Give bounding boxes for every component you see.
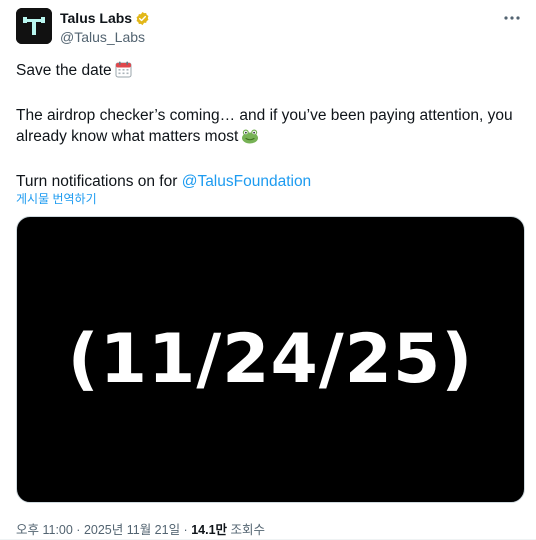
tweet-line-3-text: Turn notifications on for xyxy=(16,173,182,190)
tweet-line-1-text: Save the date xyxy=(16,62,112,79)
frog-icon xyxy=(241,128,259,150)
tweet-time-link[interactable]: 오후 11:00 · 2025년 11월 21일 xyxy=(16,523,180,537)
more-dots-icon xyxy=(504,16,520,20)
meta-separator: · xyxy=(180,523,192,537)
author-name-row: Talus Labs xyxy=(60,10,150,26)
tweet-meta: 오후 11:00 · 2025년 11월 21일 · 14.1만 조회수 xyxy=(16,519,265,538)
verified-badge-icon[interactable] xyxy=(135,11,150,26)
mention-link[interactable]: @TalusFoundation xyxy=(182,173,311,190)
talus-logo-icon xyxy=(16,8,52,44)
views-count: 14.1만 xyxy=(191,523,228,537)
translate-post-link[interactable]: 게시물 번역하기 xyxy=(16,190,97,207)
tweet-line-2-text: The airdrop checker’s coming… and if you… xyxy=(16,107,513,145)
calendar-icon xyxy=(115,61,132,84)
tweet-text: Save the date The airdrop checker’s comi… xyxy=(16,60,526,192)
views-label: 조회수 xyxy=(227,523,266,537)
tweet-card: Talus Labs @Talus_Labs Save the date The… xyxy=(0,0,536,540)
tweet-line-2: The airdrop checker’s coming… and if you… xyxy=(16,105,526,150)
author-handle[interactable]: @Talus_Labs xyxy=(60,29,145,45)
more-options-button[interactable] xyxy=(500,8,524,28)
tweet-line-3: Turn notifications on for @TalusFoundati… xyxy=(16,171,526,192)
media-date-text: (11/24/25) xyxy=(67,320,474,399)
tweet-line-1: Save the date xyxy=(16,60,526,84)
media-image[interactable]: (11/24/25) xyxy=(16,216,525,503)
avatar[interactable] xyxy=(16,8,52,44)
tweet-date: 2025년 11월 21일 xyxy=(83,523,181,537)
display-name[interactable]: Talus Labs xyxy=(60,10,132,26)
tweet-time: 오후 11:00 xyxy=(16,523,73,537)
meta-separator: · xyxy=(72,523,84,537)
